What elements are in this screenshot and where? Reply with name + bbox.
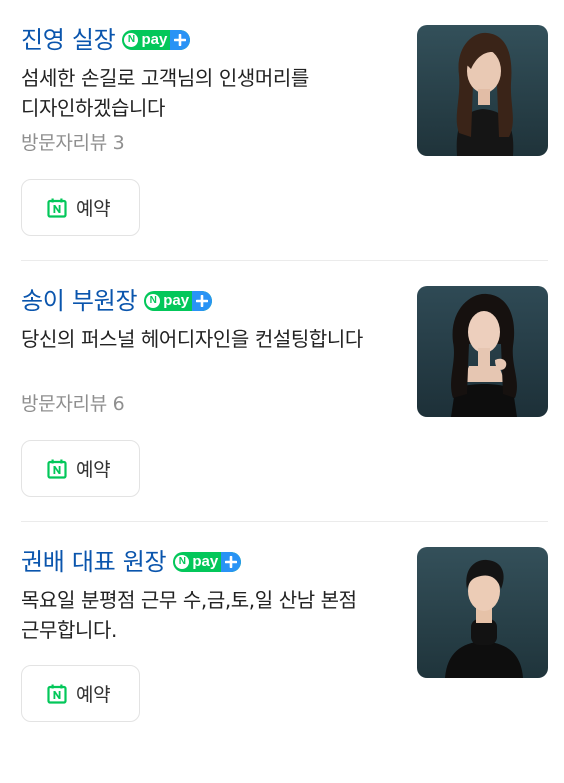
designer-list: 진영 실장 N pay 섬세한 손길로 고객님의 인생머리를 디자인하겠습니다 … [0, 0, 564, 783]
designer-item: 송이 부원장 N pay 당신의 퍼스널 헤어디자인을 컨설팅합니다 방문자리뷰… [0, 261, 564, 522]
npay-plus-icon: N pay [173, 552, 242, 572]
npay-n-logo: N [146, 294, 161, 308]
designer-photo[interactable] [417, 25, 548, 156]
calendar-icon [47, 684, 67, 704]
designer-description: 섬세한 손길로 고객님의 인생머리를 디자인하겠습니다 [21, 66, 309, 120]
book-button[interactable]: 예약 [21, 179, 140, 236]
designer-name-row: 권배 대표 원장 N pay [21, 547, 242, 577]
plus-icon [192, 291, 213, 311]
plus-icon [221, 552, 242, 572]
npay-plus-icon: N pay [122, 30, 191, 50]
designer-name-link[interactable]: 진영 실장 [21, 25, 116, 55]
npay-text: pay [141, 31, 168, 48]
visitor-review-count[interactable]: 방문자리뷰 3 [21, 130, 125, 156]
designer-name-row: 송이 부원장 N pay [21, 286, 213, 316]
book-button-label: 예약 [76, 459, 111, 481]
calendar-icon [47, 198, 67, 218]
npay-text: pay [192, 553, 219, 570]
npay-text: pay [163, 292, 190, 309]
designer-name-link[interactable]: 권배 대표 원장 [21, 547, 167, 577]
designer-name-link[interactable]: 송이 부원장 [21, 286, 138, 316]
designer-photo[interactable] [417, 286, 548, 417]
calendar-icon [47, 459, 67, 479]
designer-description: 목요일 분평점 근무 수,금,토,일 산남 본점 근무합니다. [21, 588, 357, 642]
designer-photo[interactable] [417, 547, 548, 678]
designer-name-row: 진영 실장 N pay [21, 25, 191, 55]
designer-description: 당신의 퍼스널 헤어디자인을 컨설팅합니다 [21, 327, 363, 351]
npay-n-logo: N [175, 555, 190, 569]
visitor-review-count[interactable]: 방문자리뷰 6 [21, 391, 125, 417]
book-button[interactable]: 예약 [21, 665, 140, 722]
book-button[interactable]: 예약 [21, 440, 140, 497]
designer-item: 진영 실장 N pay 섬세한 손길로 고객님의 인생머리를 디자인하겠습니다 … [0, 0, 564, 261]
designer-item: 권배 대표 원장 N pay 목요일 분평점 근무 수,금,토,일 산남 본점 … [0, 522, 564, 783]
npay-plus-icon: N pay [144, 291, 213, 311]
book-button-label: 예약 [76, 684, 111, 706]
plus-icon [170, 30, 191, 50]
book-button-label: 예약 [76, 198, 111, 220]
npay-n-logo: N [124, 33, 139, 47]
